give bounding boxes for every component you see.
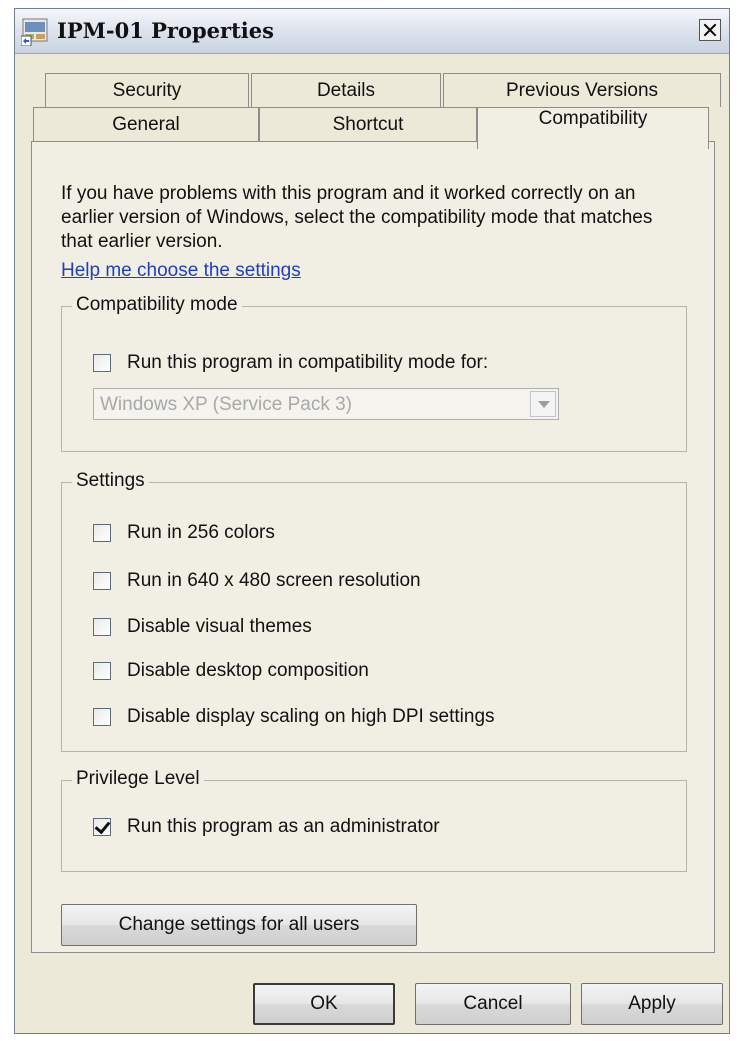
tab-security[interactable]: Security bbox=[45, 73, 249, 107]
properties-dialog: IPM-01 Properties Security Details Previ… bbox=[14, 8, 730, 1034]
intro-text: If you have problems with this program a… bbox=[61, 183, 653, 252]
os-version-value: Windows XP (Service Pack 3) bbox=[100, 394, 353, 415]
cancel-button[interactable]: Cancel bbox=[415, 983, 571, 1025]
tab-compatibility[interactable]: Compatibility bbox=[477, 107, 709, 149]
tab-previous-versions[interactable]: Previous Versions bbox=[443, 73, 721, 107]
setting-checkbox[interactable] bbox=[93, 524, 111, 542]
setting-label: Disable desktop composition bbox=[127, 660, 369, 681]
run-as-admin-label: Run this program as an administrator bbox=[127, 816, 440, 837]
tab-details[interactable]: Details bbox=[251, 73, 441, 107]
tab-previous-versions-label: Previous Versions bbox=[505, 80, 659, 101]
compat-mode-label: Run this program in compatibility mode f… bbox=[127, 352, 489, 373]
setting-label: Run in 256 colors bbox=[127, 522, 275, 543]
setting-label: Disable display scaling on high DPI sett… bbox=[127, 706, 495, 727]
setting-checkbox[interactable] bbox=[93, 662, 111, 680]
setting-checkbox[interactable] bbox=[93, 572, 111, 590]
setting-checkbox[interactable] bbox=[93, 618, 111, 636]
title-bar[interactable]: IPM-01 Properties bbox=[15, 9, 729, 54]
compatibility-mode-title: Compatibility mode bbox=[72, 294, 242, 316]
tab-compatibility-label: Compatibility bbox=[538, 108, 648, 129]
run-as-admin-checkbox[interactable] bbox=[93, 818, 111, 836]
os-version-dropdown[interactable]: Windows XP (Service Pack 3) bbox=[93, 388, 559, 420]
setting-label: Disable visual themes bbox=[127, 616, 312, 637]
compatibility-panel: If you have problems with this program a… bbox=[31, 141, 715, 953]
tab-details-label: Details bbox=[316, 80, 376, 101]
program-icon bbox=[21, 18, 48, 46]
ok-button[interactable]: OK bbox=[253, 983, 395, 1025]
close-icon[interactable] bbox=[699, 19, 721, 41]
window-title: IPM-01 Properties bbox=[57, 18, 274, 43]
change-all-users-button[interactable]: Change settings for all users bbox=[61, 904, 417, 946]
help-link[interactable]: Help me choose the settings bbox=[61, 260, 301, 282]
settings-title: Settings bbox=[72, 470, 149, 492]
compatibility-mode-group: Compatibility mode bbox=[61, 294, 687, 452]
tab-shortcut[interactable]: Shortcut bbox=[259, 107, 477, 143]
tab-general-label: General bbox=[112, 114, 180, 135]
setting-checkbox[interactable] bbox=[93, 708, 111, 726]
setting-label: Run in 640 x 480 screen resolution bbox=[127, 570, 421, 591]
tab-general[interactable]: General bbox=[33, 107, 259, 143]
apply-button[interactable]: Apply bbox=[581, 983, 723, 1025]
tab-security-label: Security bbox=[112, 80, 182, 101]
privilege-level-title: Privilege Level bbox=[72, 768, 204, 790]
chevron-down-icon[interactable] bbox=[530, 391, 556, 417]
tab-shortcut-label: Shortcut bbox=[332, 114, 404, 135]
compat-mode-checkbox[interactable] bbox=[93, 354, 111, 372]
